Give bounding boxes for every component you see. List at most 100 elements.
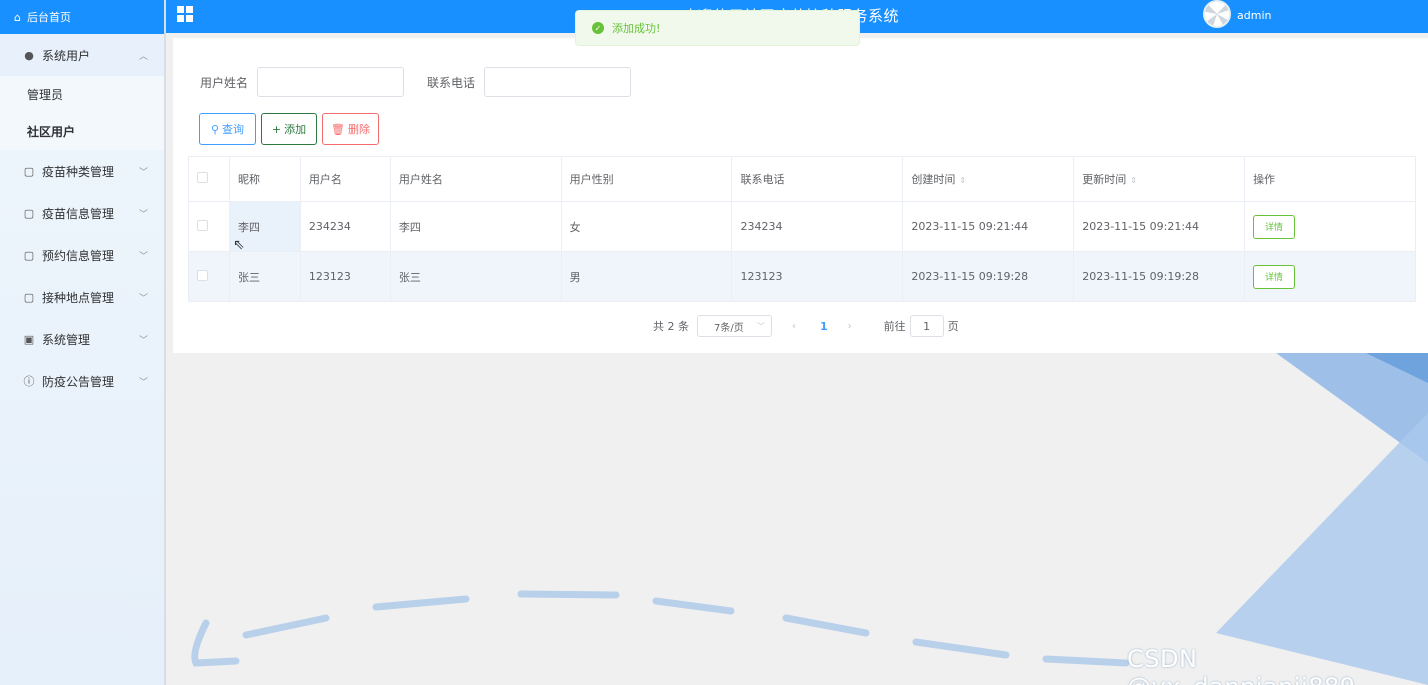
chevron-down-icon: ﹀ (138, 252, 148, 262)
column-header-label: 更新时间 (1082, 173, 1127, 186)
sidebar-item-vaccine-info[interactable]: ▢ 疫苗信息管理 ﹀ (0, 192, 164, 234)
chevron-down-icon: ﹀ (138, 336, 148, 346)
avatar[interactable] (1203, 0, 1231, 28)
name-input[interactable] (257, 67, 405, 97)
row-checkbox[interactable] (197, 269, 208, 281)
background-decoration (166, 353, 1428, 685)
delete-label: 删除 (347, 123, 370, 136)
cell-actions: 详情 (1244, 201, 1416, 252)
delete-button[interactable]: 🗑 删除 (322, 113, 379, 145)
watermark: CSDN @vx_danpianji889 (1127, 645, 1355, 685)
home-icon: ⌂ (14, 10, 21, 24)
prev-page-icon[interactable]: ‹ (792, 321, 796, 332)
phone-input[interactable] (484, 67, 632, 97)
select-all-cell[interactable] (188, 156, 230, 202)
detail-button[interactable]: 详情 (1253, 214, 1296, 239)
main-panel: 用户姓名 联系电话 ⚲ 查询 + 添加 🗑 删除 昵称 用户名 用户姓名 用户性… (173, 38, 1428, 353)
chevron-down-icon: ﹀ (138, 378, 148, 388)
query-label: 查询 (222, 123, 245, 136)
submenu-system-users: 管理员 社区用户 (0, 76, 164, 150)
column-header-label: 创建时间 (911, 173, 956, 186)
check-circle-icon: ✓ (592, 22, 604, 34)
add-button[interactable]: + 添加 (261, 113, 317, 145)
cell-nickname: 张三 (228, 251, 301, 302)
query-button[interactable]: ⚲ 查询 (199, 113, 256, 145)
chevron-down-icon: ﹀ (138, 294, 148, 304)
page-suffix: 页 (947, 320, 959, 333)
next-page-icon[interactable]: › (848, 321, 852, 332)
name-label: 用户姓名 (200, 75, 249, 90)
trash-icon: 🗑 (331, 122, 345, 136)
column-header: 昵称 (228, 156, 301, 202)
page-size-select[interactable]: 7条/页 ﹀ (697, 315, 772, 337)
search-icon: ⚲ (210, 122, 220, 136)
table-row[interactable]: 张三 123123 张三 男 123123 2023-11-15 09:19:2… (188, 251, 1416, 302)
toast-message: 添加成功! (612, 22, 661, 35)
folder-icon: ▢ (23, 164, 35, 178)
column-header-sortable[interactable]: 更新时间 ⇕ (1073, 156, 1246, 202)
pagination: 共 2 条 7条/页 ﹀ ‹ 1 › 前往 1 页 (653, 315, 959, 337)
select-all-checkbox[interactable] (197, 172, 208, 183)
plus-icon: + (271, 122, 282, 136)
add-label: 添加 (284, 123, 307, 136)
cell-phone: 234234 (731, 201, 904, 252)
sidebar-item-system-users[interactable]: ● 系统用户 ︿ (0, 34, 164, 76)
sort-icon[interactable]: ⇕ (1130, 176, 1137, 185)
chevron-up-icon: ︿ (138, 52, 148, 62)
chevron-down-icon: ﹀ (138, 168, 148, 178)
column-header: 联系电话 (731, 156, 904, 202)
sidebar-item-label: 疫苗信息管理 (42, 206, 115, 221)
page-size-value: 7条/页 (714, 322, 744, 334)
row-checkbox[interactable] (197, 219, 208, 231)
column-header: 操作 (1244, 156, 1416, 202)
sidebar-item-label: 社区用户 (27, 125, 76, 139)
sidebar-item-vaccine-types[interactable]: ▢ 疫苗种类管理 ﹀ (0, 150, 164, 192)
sidebar-item-label: 管理员 (27, 88, 64, 102)
column-header: 用户性别 (560, 156, 733, 202)
sidebar-item-label: 疫苗种类管理 (42, 164, 115, 179)
cell-realname: 张三 (389, 251, 562, 302)
folder-icon: ▢ (23, 290, 35, 304)
image-icon: ▣ (23, 332, 35, 346)
sidebar-item-locations[interactable]: ▢ 接种地点管理 ﹀ (0, 276, 164, 318)
table-row[interactable]: 李四 234234 李四 女 234234 2023-11-15 09:21:4… (188, 201, 1416, 252)
page-number-current[interactable]: 1 (820, 320, 828, 333)
sidebar-item-home[interactable]: ⌂ 后台首页 (0, 0, 164, 34)
column-header-sortable[interactable]: 创建时间 ⇕ (902, 156, 1075, 202)
cell-created: 2023-11-15 09:19:28 (902, 251, 1075, 302)
mouse-cursor-icon: ⇖ (233, 237, 245, 253)
sidebar: ⌂ 后台首页 ● 系统用户 ︿ 管理员 社区用户 ▢ 疫苗种类管理 ﹀ ▢ 疫苗… (0, 0, 166, 685)
total-count: 共 2 条 (653, 320, 689, 333)
sidebar-item-community-users[interactable]: 社区用户 (0, 113, 164, 150)
cell-created: 2023-11-15 09:21:44 (902, 201, 1075, 252)
sidebar-item-appointments[interactable]: ▢ 预约信息管理 ﹀ (0, 234, 164, 276)
cell-updated: 2023-11-15 09:21:44 (1073, 201, 1246, 252)
sidebar-item-label: 防疫公告管理 (42, 374, 115, 389)
folder-icon: ▢ (23, 248, 35, 262)
cell-updated: 2023-11-15 09:19:28 (1073, 251, 1246, 302)
row-select-cell[interactable] (188, 251, 230, 302)
cell-actions: 详情 (1244, 251, 1416, 302)
sort-icon[interactable]: ⇕ (959, 176, 966, 185)
cell-username: 234234 (299, 201, 391, 252)
sidebar-item-label: 系统用户 (42, 48, 91, 63)
sidebar-item-system-mgmt[interactable]: ▣ 系统管理 ﹀ (0, 318, 164, 360)
sidebar-item-admins[interactable]: 管理员 (0, 76, 164, 113)
row-select-cell[interactable] (188, 201, 230, 252)
sidebar-item-label: 接种地点管理 (42, 290, 115, 305)
cell-gender: 女 (560, 201, 733, 252)
user-icon: ● (24, 48, 34, 62)
detail-button[interactable]: 详情 (1253, 264, 1296, 289)
cell-username: 123123 (299, 251, 391, 302)
action-buttons: ⚲ 查询 + 添加 🗑 删除 (199, 113, 384, 145)
table-header-row: 昵称 用户名 用户姓名 用户性别 联系电话 创建时间 ⇕ 更新时间 ⇕ 操作 (188, 156, 1416, 202)
info-icon: ⓘ (23, 375, 35, 388)
goto-page-input[interactable]: 1 (909, 315, 944, 337)
success-toast: ✓ 添加成功! (575, 10, 860, 46)
column-header: 用户名 (299, 156, 391, 202)
menu-grid-icon[interactable] (177, 6, 193, 22)
sidebar-item-announcements[interactable]: ⓘ 防疫公告管理 ﹀ (0, 360, 164, 402)
column-header: 用户姓名 (389, 156, 562, 202)
username-label[interactable]: admin (1237, 9, 1271, 22)
users-table: 昵称 用户名 用户姓名 用户性别 联系电话 创建时间 ⇕ 更新时间 ⇕ 操作 李四 … (188, 156, 1416, 302)
